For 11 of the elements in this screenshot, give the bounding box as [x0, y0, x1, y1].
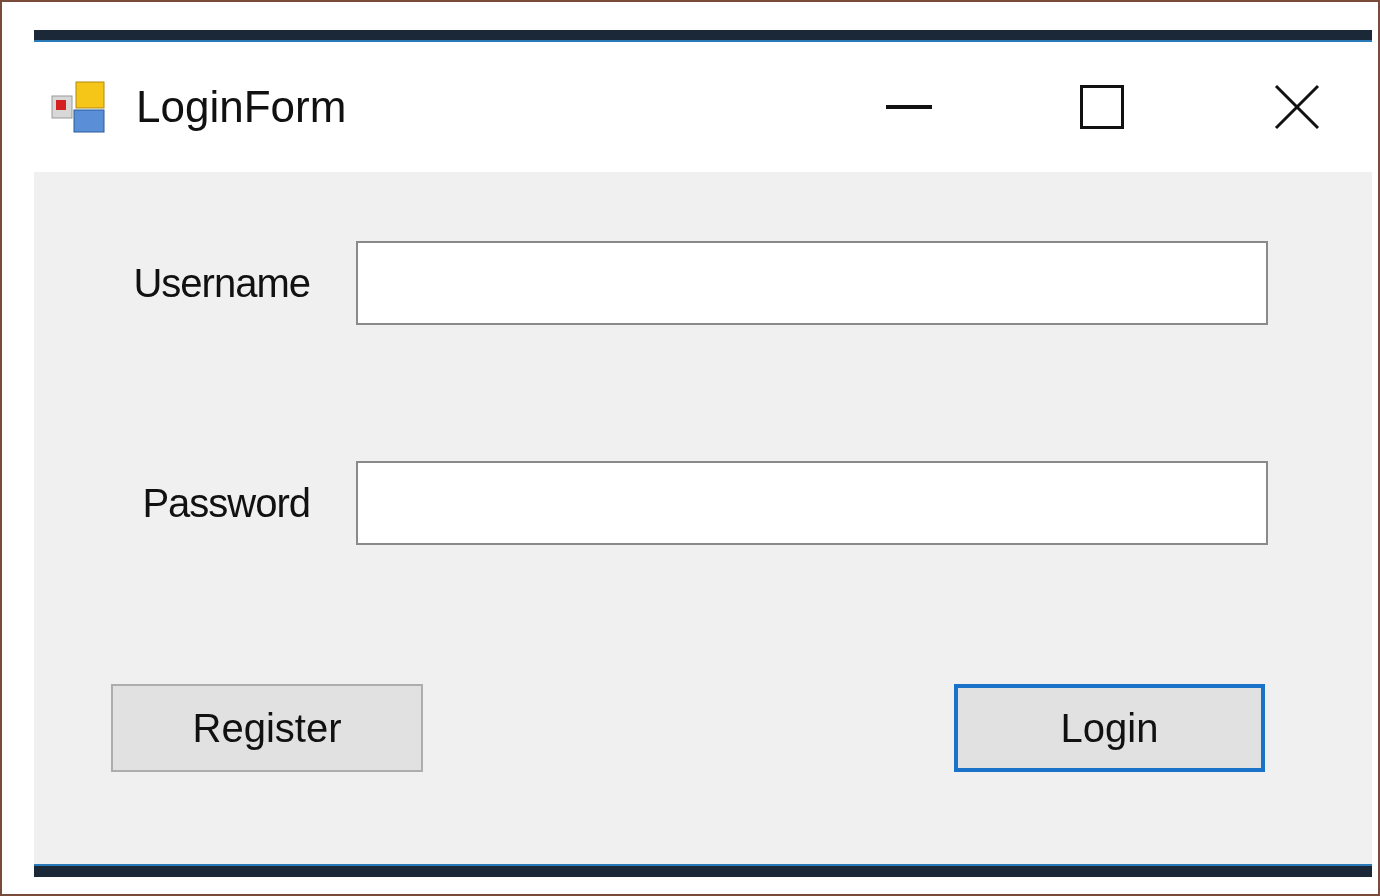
- field-label: Username: [132, 260, 311, 307]
- register-button[interactable]: Register: [111, 684, 423, 772]
- app-icon: [50, 80, 108, 134]
- input-field[interactable]: [356, 241, 1268, 325]
- login-button[interactable]: Login: [954, 684, 1265, 772]
- field-label: Password: [141, 480, 311, 527]
- minimize-icon[interactable]: [886, 104, 932, 110]
- maximize-icon[interactable]: [1080, 85, 1124, 129]
- close-icon[interactable]: [1274, 84, 1320, 130]
- input-field[interactable]: [356, 461, 1268, 545]
- window-title: LoginForm: [136, 81, 347, 133]
